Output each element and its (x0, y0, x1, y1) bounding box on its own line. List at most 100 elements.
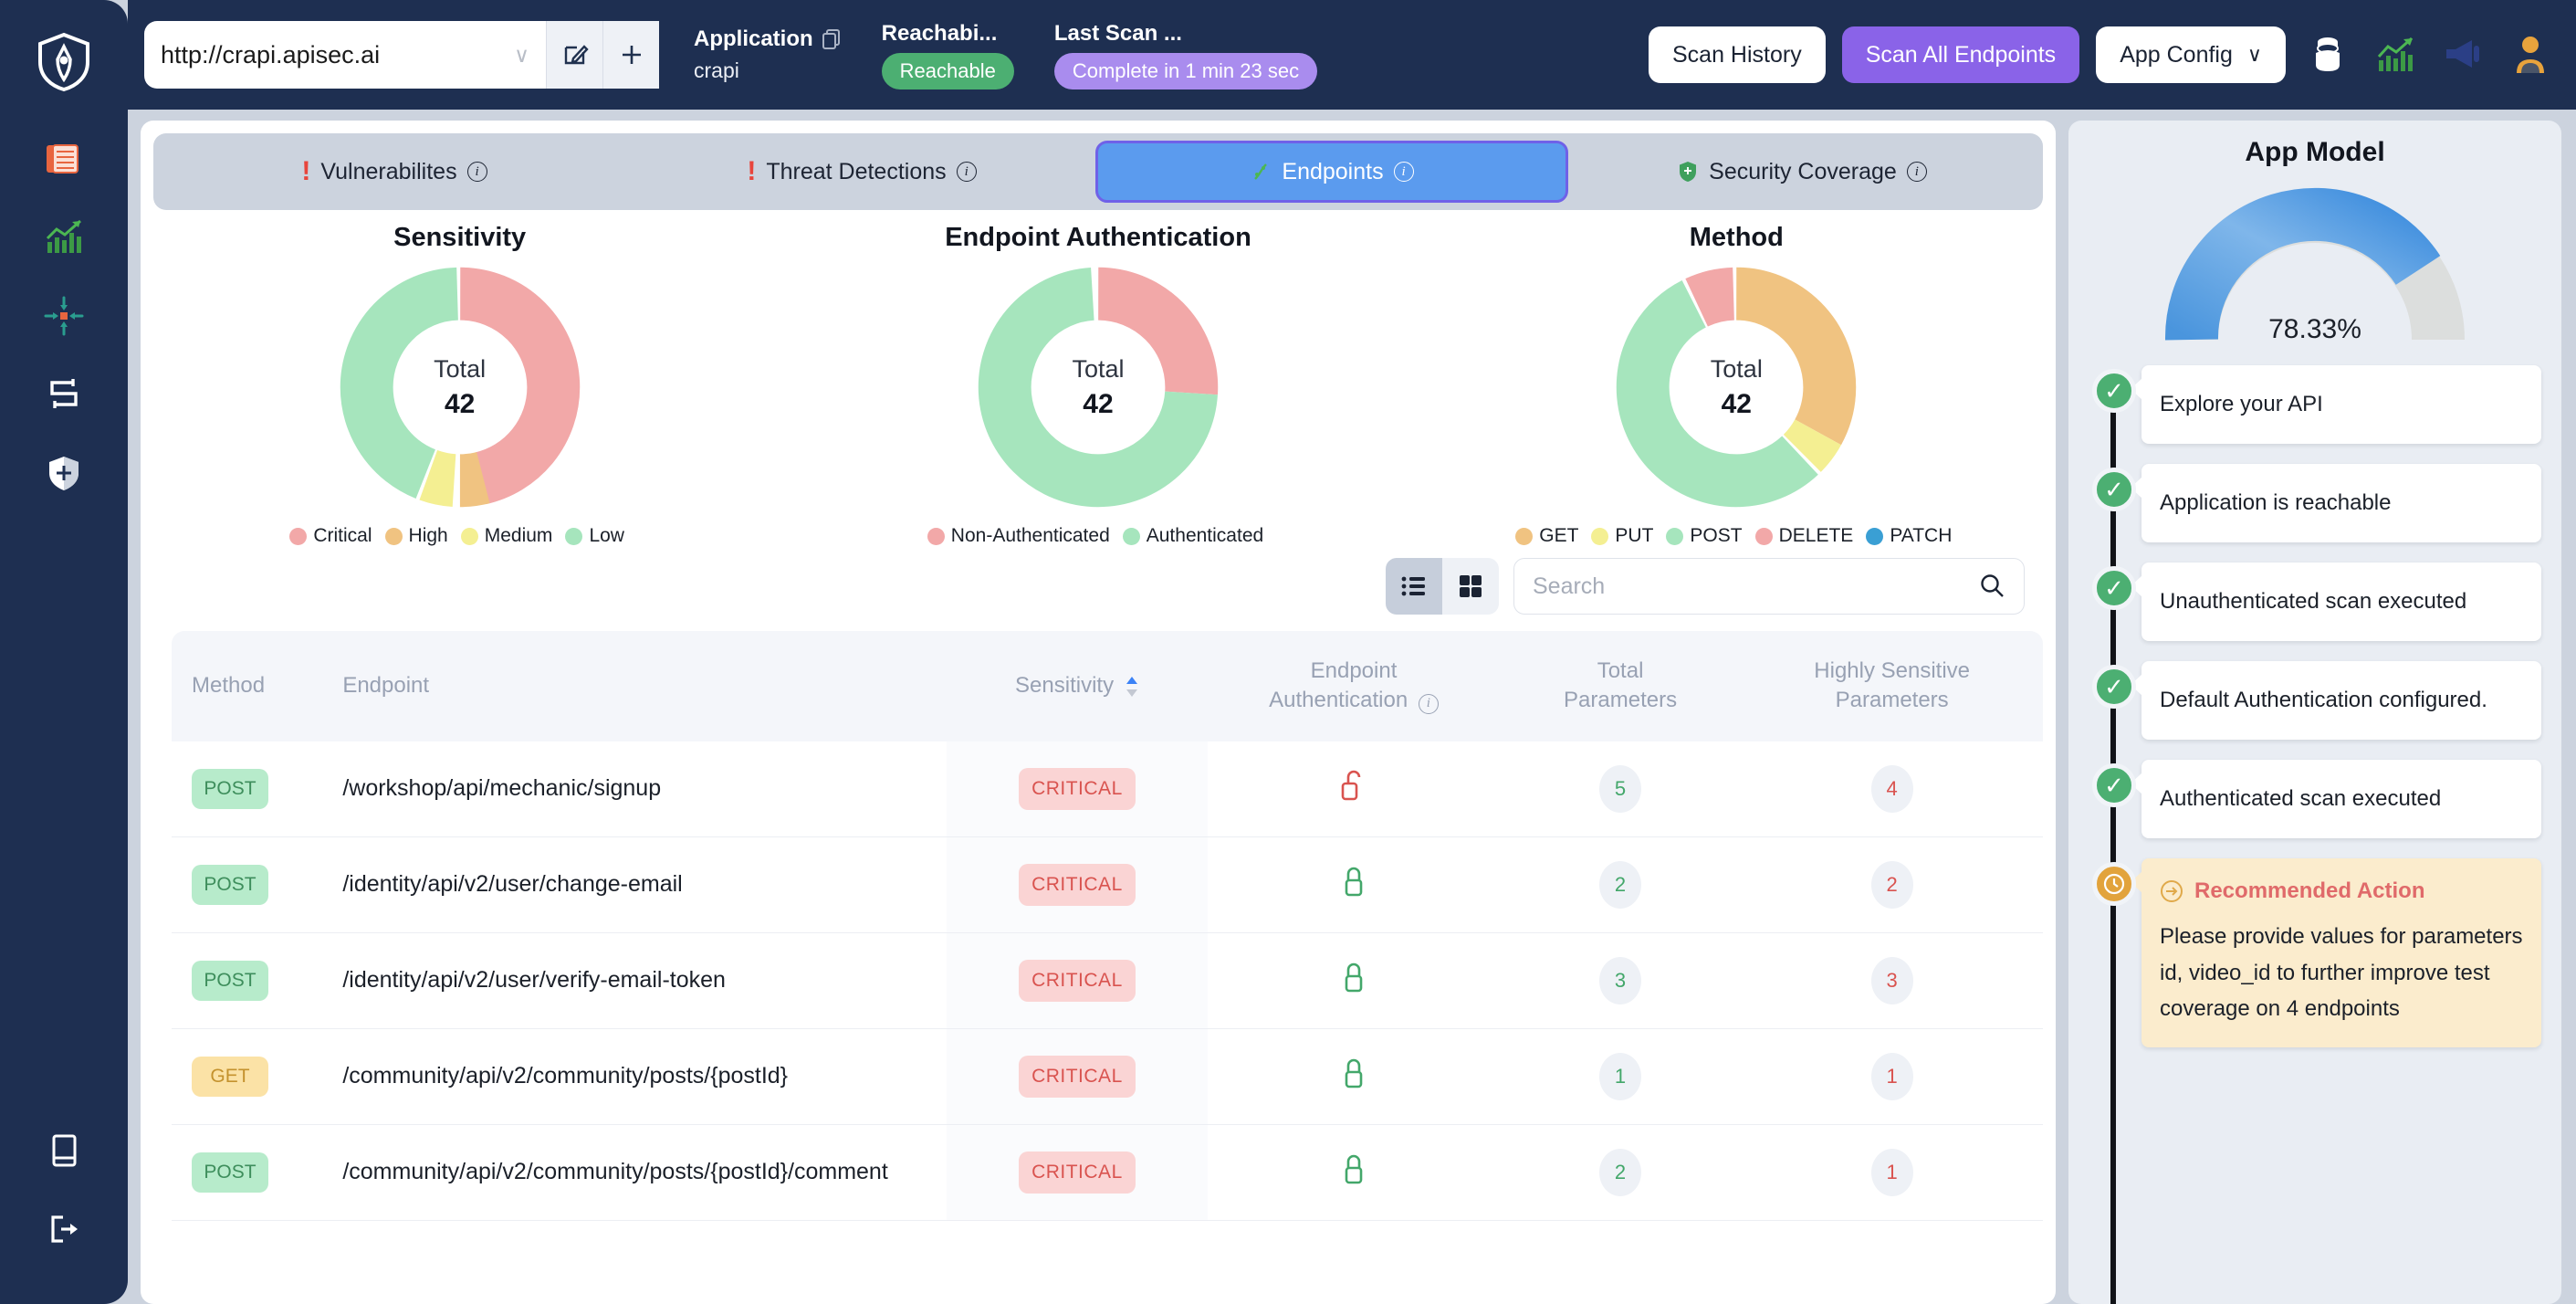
scan-history-button[interactable]: Scan History (1648, 26, 1826, 83)
cell-endpoint-authentication (1208, 741, 1500, 837)
application-value: crapi (694, 58, 739, 82)
body-split: ! Vulnerabilites i ! Threat Detections i (128, 110, 2576, 1304)
api-brackets-icon (50, 379, 78, 408)
column-header-sensitivity[interactable]: Sensitivity (946, 631, 1209, 741)
report-icon (47, 144, 79, 174)
tab-security-coverage[interactable]: Security Coverage i (1568, 141, 2036, 203)
application-label: Application (694, 26, 813, 51)
sort-arrows-icon[interactable] (1125, 675, 1139, 699)
edit-pencil-icon (564, 45, 589, 65)
target-crosshair-icon (44, 296, 84, 336)
list-view-button[interactable] (1386, 558, 1442, 615)
cell-total-parameters: 2 (1499, 1124, 1742, 1221)
method-donut: Total 42 (1613, 264, 1859, 510)
lock-icon (1345, 1154, 1363, 1184)
info-icon[interactable]: i (466, 162, 487, 182)
sidebar-item-reports[interactable] (26, 121, 102, 197)
method-chip: POST (192, 864, 268, 905)
table-row[interactable]: POST /identity/api/v2/user/verify-email-… (172, 932, 2043, 1029)
column-header-highly-sensitive-parameters[interactable]: Highly Sensitive Parameters (1741, 631, 2043, 741)
cell-highly-sensitive-parameters: 3 (1741, 932, 2043, 1029)
announcements-icon-button[interactable] (2437, 29, 2488, 80)
cell-total-parameters: 3 (1499, 932, 1742, 1029)
cell-endpoint: /community/api/v2/community/posts/{postI… (322, 1028, 947, 1125)
sidebar-item-analytics[interactable] (26, 199, 102, 276)
timeline-card: Unauthenticated scan executed (2131, 563, 2541, 641)
list-item: ✓ Unauthenticated scan executed (2092, 563, 2541, 641)
application-label-row: Application (694, 26, 842, 52)
chevron-down-icon[interactable]: ∨ (507, 43, 529, 68)
add-url-button[interactable] (602, 21, 659, 89)
info-icon[interactable]: i (956, 162, 977, 182)
table-row[interactable]: POST /identity/api/v2/user/change-email … (172, 836, 2043, 933)
tab-threat-detections[interactable]: ! Threat Detections i (628, 141, 1095, 203)
sidebar-item-docs[interactable] (26, 1112, 102, 1189)
legend-color-swatch (1754, 527, 1773, 545)
chart-title: Sensitivity (393, 223, 527, 252)
search-input[interactable] (1533, 573, 1978, 600)
user-avatar-button[interactable] (2505, 29, 2556, 80)
copy-icon[interactable] (822, 28, 842, 50)
info-icon[interactable]: i (1393, 162, 1414, 182)
view-toggle (1386, 558, 1499, 615)
cell-method: POST (172, 1124, 323, 1221)
chevron-down-icon: ∨ (2246, 43, 2262, 66)
info-icon[interactable]: i (1906, 162, 1927, 182)
edit-url-button[interactable] (546, 21, 602, 89)
method-chip: POST (192, 768, 268, 809)
check-icon: ✓ (2092, 566, 2136, 610)
donut-total-label: Total (1710, 354, 1763, 383)
unlock-icon (1341, 770, 1361, 801)
legend-item: PUT (1591, 525, 1659, 547)
list-item: ✓ Default Authentication configured. (2092, 661, 2541, 740)
donut-charts-row: Sensitivity Total 42 Critical High Mediu… (141, 210, 2056, 547)
recommended-action-heading: Recommended Action (2194, 878, 2425, 903)
legend-item: Low (565, 525, 630, 547)
donut-total-value: 42 (444, 388, 476, 419)
legend-label: High (408, 525, 448, 546)
analytics-icon-button[interactable] (2370, 29, 2421, 80)
grid-view-button[interactable] (1442, 558, 1499, 615)
table-row[interactable]: POST /community/api/v2/community/posts/{… (172, 1124, 2043, 1221)
list-item: ✓ Application is reachable (2092, 464, 2541, 542)
recommended-action-item: Recommended Action Please provide values… (2092, 858, 2541, 1047)
info-icon[interactable]: i (1418, 693, 1439, 714)
column-header-sensitivity-label: Sensitivity (1015, 673, 1115, 699)
column-header-endpoint[interactable]: Endpoint (322, 631, 947, 741)
donut-total-label: Total (434, 354, 487, 383)
legend-color-swatch (384, 527, 403, 545)
column-header-method[interactable]: Method (172, 631, 323, 741)
sensitivity-donut: Total 42 (337, 264, 583, 510)
sidebar-item-security[interactable] (26, 435, 102, 511)
highly-sensitive-badge: 3 (1870, 956, 1913, 1004)
table-toolbar (141, 547, 2056, 615)
search-icon[interactable] (1978, 573, 2005, 600)
table-row[interactable]: GET /community/api/v2/community/posts/{p… (172, 1028, 2043, 1125)
legend-label: Non-Authenticated (950, 525, 1110, 546)
column-header-total-parameters[interactable]: Total Parameters (1499, 631, 1742, 741)
search-box[interactable] (1513, 558, 2025, 615)
sidebar-item-logout[interactable] (26, 1191, 102, 1267)
table-row[interactable]: POST /workshop/api/mechanic/signup CRITI… (172, 741, 2043, 837)
sidebar-bottom-group (26, 1112, 102, 1304)
app-logo[interactable] (22, 20, 106, 104)
legend-color-swatch (1122, 527, 1140, 545)
cell-sensitivity: CRITICAL (946, 932, 1209, 1029)
cell-total-parameters: 1 (1499, 1028, 1742, 1125)
legend-color-swatch (1515, 527, 1534, 545)
sidebar-item-targets[interactable] (26, 278, 102, 354)
exclamation-icon: ! (747, 156, 757, 186)
highly-sensitive-badge: 1 (1870, 1148, 1913, 1196)
sidebar-item-api[interactable] (26, 356, 102, 433)
app-config-button[interactable]: App Config ∨ (2096, 26, 2286, 83)
tab-vulnerabilities[interactable]: ! Vulnerabilites i (161, 141, 628, 203)
timeline-card: Default Authentication configured. (2131, 661, 2541, 740)
url-selector[interactable]: http://crapi.apisec.ai ∨ (144, 21, 546, 89)
database-icon-button[interactable] (2302, 29, 2353, 80)
column-header-endpoint-authentication[interactable]: Endpoint Authentication i (1208, 631, 1500, 741)
topbar-actions: Scan History Scan All Endpoints App Conf… (1648, 26, 2556, 83)
scan-all-endpoints-button[interactable]: Scan All Endpoints (1841, 26, 2080, 83)
table-body: POST /workshop/api/mechanic/signup CRITI… (172, 741, 2043, 1221)
last-scan-badge: Complete in 1 min 23 sec (1053, 52, 1318, 89)
tab-endpoints[interactable]: Endpoints i (1095, 141, 1568, 203)
